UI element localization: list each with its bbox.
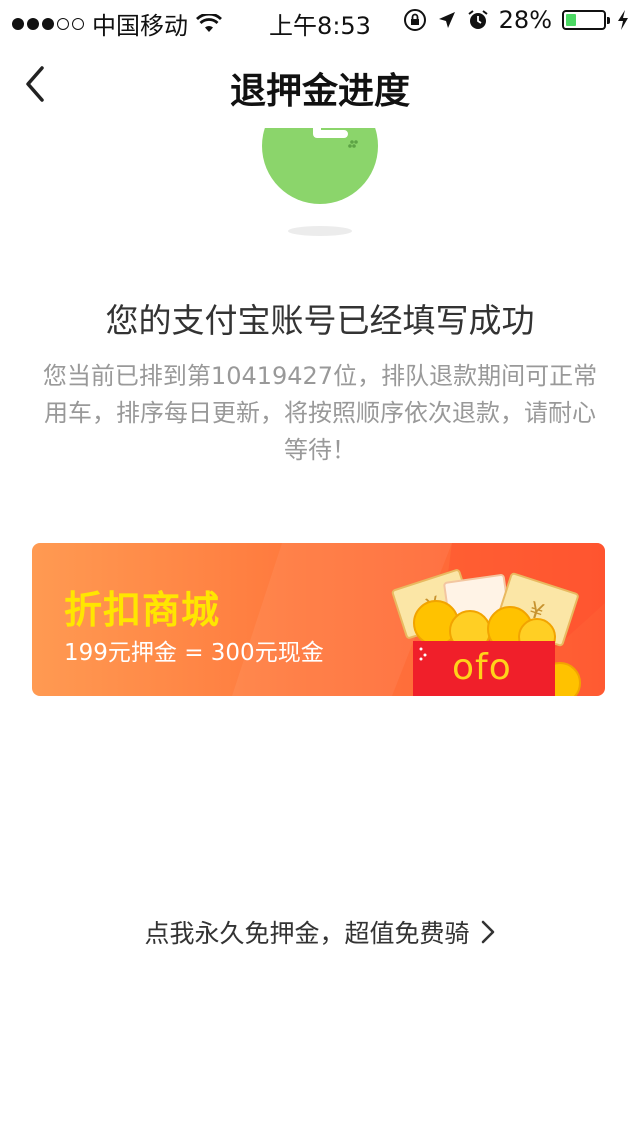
banner-subtitle: 199元押金 = 300元现金 [64,640,324,666]
banner-title: 折扣商城 [64,588,221,632]
battery-percent: 28% [498,6,552,34]
chevron-right-icon [481,920,494,944]
status-right: 28% [403,6,630,34]
success-title: 您的支付宝账号已经填写成功 [105,301,535,340]
queue-status-text: 您当前已排到第10419427位，排队退款期间可正常用车，排序每日更新，将按照顺… [42,362,598,464]
battery-level [566,14,576,26]
location-arrow-icon [438,12,455,28]
nav-bar: 退押金进度 [0,40,640,128]
clock-icon [262,128,378,204]
clock-hands [313,128,358,148]
ofo-logo: ofo [452,647,512,688]
alarm-icon [468,10,488,29]
charging-bolt-icon [618,10,628,30]
orientation-lock-icon [403,9,426,31]
page-title: 退押金进度 [229,71,410,112]
clock-shadow [288,226,352,236]
clock-illustration [0,128,640,248]
status-bar: 中国移动 上午8:53 28% [0,0,640,40]
discount-mall-banner[interactable]: ¥ ¥ 折扣商城 199元押金 = 300元现金 ofo [32,543,605,696]
battery-icon [562,10,610,30]
free-deposit-link-label: 点我永久免押金，超值免费骑 [144,919,470,948]
free-deposit-link[interactable]: 点我永久免押金，超值免费骑 [0,914,640,950]
